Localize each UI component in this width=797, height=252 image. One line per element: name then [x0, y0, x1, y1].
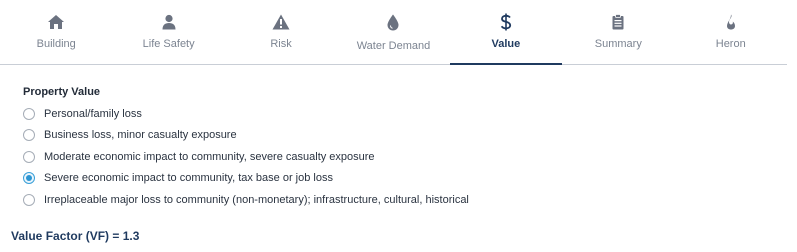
- tab-heron[interactable]: Heron: [675, 0, 787, 64]
- radio-label: Irreplaceable major loss to community (n…: [44, 193, 469, 206]
- water-drop-icon: [387, 12, 399, 32]
- tab-label: Water Demand: [356, 40, 431, 52]
- section-title: Property Value: [23, 86, 101, 98]
- tab-summary[interactable]: Summary: [562, 0, 674, 64]
- radio-button-selected[interactable]: [23, 172, 35, 185]
- warning-icon: [272, 12, 290, 32]
- radio-button[interactable]: [23, 150, 35, 163]
- dollar-icon: [500, 12, 512, 32]
- clipboard-icon: [612, 12, 624, 32]
- tab-label: Heron: [715, 38, 746, 50]
- radio-option-moderate-impact[interactable]: Moderate economic impact to community, s…: [23, 146, 469, 168]
- radio-button[interactable]: [23, 193, 35, 206]
- tab-life-safety[interactable]: Life Safety: [112, 0, 224, 64]
- radio-option-business-loss[interactable]: Business loss, minor casualty exposure: [23, 125, 469, 147]
- person-icon: [161, 12, 177, 32]
- tab-label: Risk: [270, 38, 292, 50]
- tab-bar: Building Life Safety Risk Water Demand V…: [0, 0, 787, 65]
- radio-button[interactable]: [23, 107, 35, 120]
- flame-icon: [726, 12, 736, 32]
- value-factor-result: Value Factor (VF) = 1.3: [11, 229, 140, 243]
- tab-label: Life Safety: [142, 38, 195, 50]
- radio-label: Severe economic impact to community, tax…: [44, 172, 333, 185]
- tab-value[interactable]: Value: [449, 0, 563, 65]
- radio-button[interactable]: [23, 129, 35, 142]
- radio-label: Moderate economic impact to community, s…: [44, 150, 375, 163]
- property-value-section: Property Value Personal/family loss Busi…: [23, 85, 469, 211]
- radio-option-severe-impact[interactable]: Severe economic impact to community, tax…: [23, 168, 469, 190]
- tab-risk[interactable]: Risk: [225, 0, 337, 64]
- radio-option-irreplaceable-loss[interactable]: Irreplaceable major loss to community (n…: [23, 189, 469, 211]
- tab-label: Summary: [594, 38, 642, 50]
- radio-label: Business loss, minor casualty exposure: [44, 129, 237, 142]
- tab-water-demand[interactable]: Water Demand: [337, 0, 449, 64]
- tab-building[interactable]: Building: [0, 0, 112, 64]
- radio-option-personal-loss[interactable]: Personal/family loss: [23, 103, 469, 125]
- radio-label: Personal/family loss: [44, 107, 142, 120]
- house-icon: [47, 12, 65, 32]
- tab-label: Building: [36, 38, 76, 50]
- tab-label: Value: [491, 38, 521, 50]
